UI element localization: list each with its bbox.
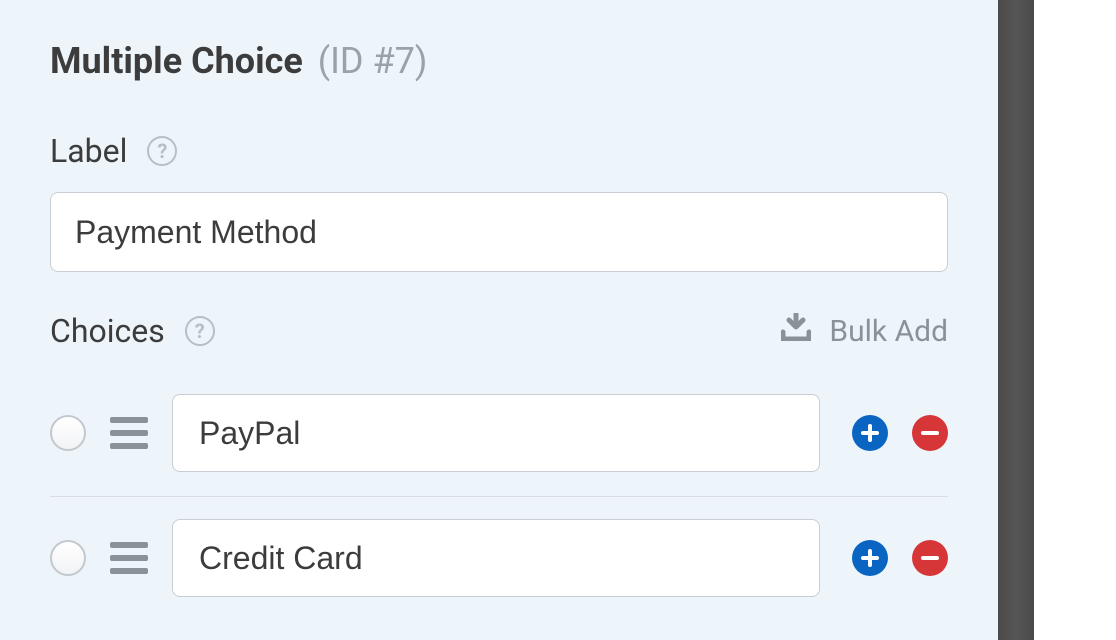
choice-input[interactable]: [172, 394, 820, 472]
divider-handle[interactable]: [998, 0, 1034, 640]
help-icon[interactable]: ?: [147, 136, 177, 166]
help-icon[interactable]: ?: [185, 316, 215, 346]
label-input[interactable]: [50, 192, 948, 272]
bulk-add-label: Bulk Add: [829, 314, 948, 349]
choices-field-label: Choices: [50, 312, 165, 350]
choices-field-heading: Choices ?: [50, 312, 215, 350]
drag-handle-icon[interactable]: [110, 417, 148, 449]
add-choice-button[interactable]: [852, 415, 888, 451]
minus-icon: [920, 423, 940, 443]
label-field-block: Label ?: [50, 132, 948, 272]
radio-default-toggle[interactable]: [50, 415, 86, 451]
add-choice-button[interactable]: [852, 540, 888, 576]
choice-row-actions: [852, 540, 948, 576]
field-settings-panel: Multiple Choice (ID #7) Label ? Choices …: [0, 0, 998, 640]
choice-row: [50, 497, 948, 621]
label-field-label: Label: [50, 132, 127, 170]
choice-row-actions: [852, 415, 948, 451]
right-pane: [1034, 0, 1116, 640]
choice-row: [50, 372, 948, 497]
plus-icon: [860, 423, 880, 443]
field-id: (ID #7): [318, 40, 428, 82]
remove-choice-button[interactable]: [912, 540, 948, 576]
drag-handle-icon[interactable]: [110, 542, 148, 574]
choices-field-block: Choices ? Bulk Add: [50, 312, 948, 621]
panel-title: Multiple Choice (ID #7): [50, 40, 948, 82]
plus-icon: [860, 548, 880, 568]
bulk-add-button[interactable]: Bulk Add: [781, 313, 948, 349]
download-icon: [781, 313, 811, 349]
radio-default-toggle[interactable]: [50, 540, 86, 576]
panel-title-text: Multiple Choice: [50, 40, 303, 82]
minus-icon: [920, 548, 940, 568]
remove-choice-button[interactable]: [912, 415, 948, 451]
choice-input[interactable]: [172, 519, 820, 597]
label-field-heading: Label ?: [50, 132, 177, 170]
